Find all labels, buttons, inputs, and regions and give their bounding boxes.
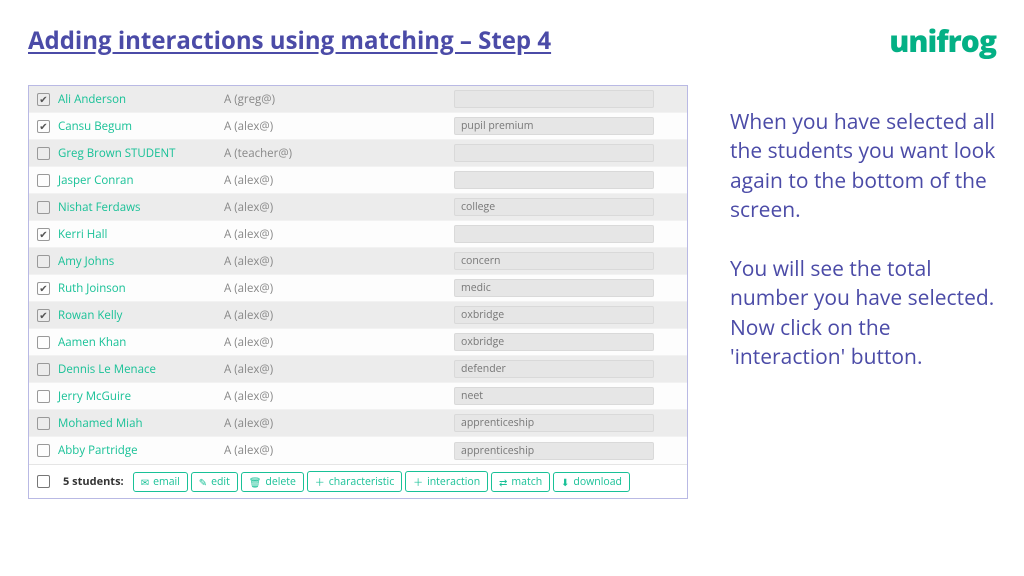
student-name[interactable]: Kerri Hall bbox=[58, 227, 224, 242]
row-checkbox[interactable] bbox=[37, 228, 50, 241]
page-title: Adding interactions using matching – Ste… bbox=[28, 24, 996, 57]
email-icon: ✉ bbox=[141, 475, 149, 489]
delete-icon: 🗑 bbox=[249, 475, 262, 489]
row-checkbox[interactable] bbox=[37, 444, 50, 457]
button-label: email bbox=[153, 475, 180, 489]
button-label: match bbox=[511, 475, 542, 489]
delete-button[interactable]: 🗑delete bbox=[241, 472, 304, 492]
row-checkbox[interactable] bbox=[37, 417, 50, 430]
student-group: A (teacher@) bbox=[224, 146, 454, 161]
student-tag: . bbox=[454, 225, 654, 243]
student-name[interactable]: Greg Brown STUDENT bbox=[58, 146, 224, 161]
select-all-checkbox[interactable] bbox=[37, 475, 50, 488]
student-name[interactable]: Dennis Le Menace bbox=[58, 362, 224, 377]
match-icon: ⇄ bbox=[499, 475, 507, 489]
button-label: characteristic bbox=[329, 475, 394, 489]
panel-footer: 5 students: ✉ email ✎ edit 🗑delete ＋ charac… bbox=[29, 464, 687, 498]
table-row: Ruth JoinsonA (alex@)medic bbox=[29, 275, 687, 302]
student-group: A (alex@) bbox=[224, 443, 454, 458]
student-tag: college bbox=[454, 198, 654, 216]
student-tag: concern bbox=[454, 252, 654, 270]
student-tag: medic bbox=[454, 279, 654, 297]
student-tag: pupil premium bbox=[454, 117, 654, 135]
student-name[interactable]: Abby Partridge bbox=[58, 443, 224, 458]
student-name[interactable]: Amy Johns bbox=[58, 254, 224, 269]
table-row: Jerry McGuireA (alex@)neet bbox=[29, 383, 687, 410]
interaction-button[interactable]: ＋ interaction bbox=[405, 471, 488, 492]
student-tag: oxbridge bbox=[454, 306, 654, 324]
student-tag: . bbox=[454, 171, 654, 189]
student-tag: oxbridge bbox=[454, 333, 654, 351]
student-name[interactable]: Ali Anderson bbox=[58, 92, 224, 107]
row-checkbox[interactable] bbox=[37, 309, 50, 322]
student-name[interactable]: Nishat Ferdaws bbox=[58, 200, 224, 215]
download-button[interactable]: ⬇ download bbox=[553, 472, 630, 492]
row-checkbox[interactable] bbox=[37, 120, 50, 133]
table-row: Nishat FerdawsA (alex@)college bbox=[29, 194, 687, 221]
student-name[interactable]: Aamen Khan bbox=[58, 335, 224, 350]
student-group: A (alex@) bbox=[224, 254, 454, 269]
student-name[interactable]: Mohamed Miah bbox=[58, 416, 224, 431]
row-checkbox[interactable] bbox=[37, 390, 50, 403]
match-button[interactable]: ⇄ match bbox=[491, 472, 550, 492]
button-label: interaction bbox=[427, 475, 480, 489]
edit-button[interactable]: ✎ edit bbox=[191, 472, 238, 492]
row-checkbox[interactable] bbox=[37, 174, 50, 187]
row-checkbox[interactable] bbox=[37, 147, 50, 160]
student-group: A (greg@) bbox=[224, 92, 454, 107]
table-row: Cansu BegumA (alex@)pupil premium bbox=[29, 113, 687, 140]
button-label: edit bbox=[211, 475, 230, 489]
unifrog-logo: unifrog bbox=[889, 20, 996, 61]
student-name[interactable]: Ruth Joinson bbox=[58, 281, 224, 296]
email-button[interactable]: ✉ email bbox=[133, 472, 188, 492]
row-checkbox[interactable] bbox=[37, 201, 50, 214]
student-tag: apprenticeship bbox=[454, 442, 654, 460]
table-row: Jasper ConranA (alex@). bbox=[29, 167, 687, 194]
student-group: A (alex@) bbox=[224, 308, 454, 323]
students-panel: Ali AndersonA (greg@).Cansu BegumA (alex… bbox=[28, 85, 688, 499]
row-checkbox[interactable] bbox=[37, 336, 50, 349]
download-icon: ⬇ bbox=[561, 475, 569, 489]
button-label: download bbox=[573, 475, 622, 489]
row-checkbox[interactable] bbox=[37, 255, 50, 268]
student-group: A (alex@) bbox=[224, 416, 454, 431]
student-tag: . bbox=[454, 90, 654, 108]
table-row: Dennis Le MenaceA (alex@)defender bbox=[29, 356, 687, 383]
table-row: Abby PartridgeA (alex@)apprenticeship bbox=[29, 437, 687, 464]
student-group: A (alex@) bbox=[224, 119, 454, 134]
button-label: delete bbox=[265, 475, 296, 489]
student-name[interactable]: Cansu Begum bbox=[58, 119, 224, 134]
student-tag: apprenticeship bbox=[454, 414, 654, 432]
student-group: A (alex@) bbox=[224, 200, 454, 215]
row-checkbox[interactable] bbox=[37, 282, 50, 295]
student-group: A (alex@) bbox=[224, 173, 454, 188]
student-name[interactable]: Jasper Conran bbox=[58, 173, 224, 188]
student-name[interactable]: Jerry McGuire bbox=[58, 389, 224, 404]
student-tag: defender bbox=[454, 360, 654, 378]
table-row: Rowan KellyA (alex@)oxbridge bbox=[29, 302, 687, 329]
student-group: A (alex@) bbox=[224, 281, 454, 296]
characteristic-button[interactable]: ＋ characteristic bbox=[307, 471, 402, 492]
interaction-icon: ＋ bbox=[413, 474, 423, 489]
row-checkbox[interactable] bbox=[37, 363, 50, 376]
student-name[interactable]: Rowan Kelly bbox=[58, 308, 224, 323]
table-row: Greg Brown STUDENTA (teacher@). bbox=[29, 140, 687, 167]
table-row: Mohamed MiahA (alex@)apprenticeship bbox=[29, 410, 687, 437]
table-row: Ali AndersonA (greg@). bbox=[29, 86, 687, 113]
student-group: A (alex@) bbox=[224, 389, 454, 404]
edit-icon: ✎ bbox=[199, 475, 207, 489]
student-tag: neet bbox=[454, 387, 654, 405]
characteristic-icon: ＋ bbox=[315, 474, 325, 489]
table-row: Aamen KhanA (alex@)oxbridge bbox=[29, 329, 687, 356]
row-checkbox[interactable] bbox=[37, 93, 50, 106]
student-group: A (alex@) bbox=[224, 362, 454, 377]
table-row: Amy JohnsA (alex@)concern bbox=[29, 248, 687, 275]
student-tag: . bbox=[454, 144, 654, 162]
selected-count: 5 students: bbox=[63, 474, 124, 489]
table-row: Kerri HallA (alex@). bbox=[29, 221, 687, 248]
instruction-text: When you have selected all the students … bbox=[730, 108, 998, 373]
student-group: A (alex@) bbox=[224, 227, 454, 242]
student-group: A (alex@) bbox=[224, 335, 454, 350]
